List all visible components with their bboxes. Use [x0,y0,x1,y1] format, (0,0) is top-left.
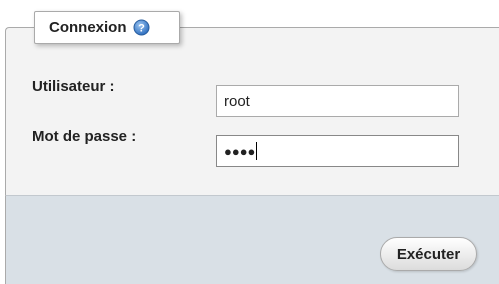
password-label: Mot de passe : [32,128,137,145]
help-icon[interactable]: ? [133,19,150,36]
text-caret [256,142,258,160]
legend-title: Connexion [49,19,127,36]
username-label: Utilisateur : [32,78,115,95]
execute-button[interactable]: Exécuter [380,237,477,271]
svg-text:?: ? [138,23,145,35]
username-value: root [224,92,250,110]
login-legend: Connexion ? [34,11,180,44]
password-input[interactable]: ●●●● [216,135,459,167]
password-value: ●●●● [224,143,256,159]
username-input[interactable]: root [216,85,459,117]
